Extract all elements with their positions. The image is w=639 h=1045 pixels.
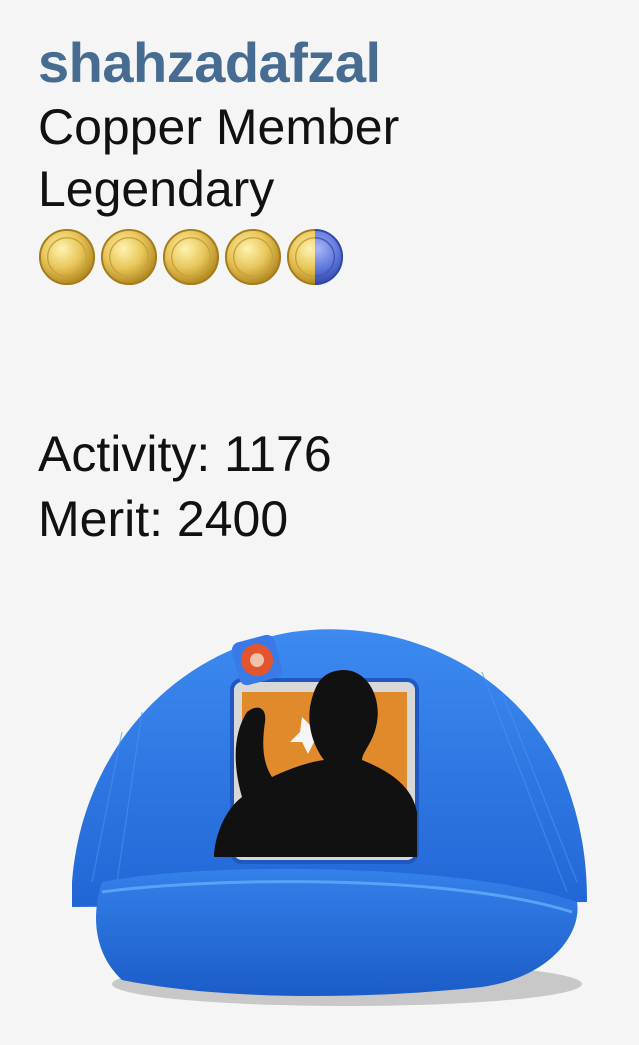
username-link[interactable]: shahzadafzal: [38, 30, 618, 96]
avatar: [72, 629, 587, 1006]
activity-label: Activity:: [38, 426, 211, 482]
user-stats: Activity: 1176 Merit: 2400: [38, 422, 332, 552]
gold-coin-icon: [224, 228, 282, 286]
member-rank: Copper Member: [38, 99, 400, 155]
merit-value: 2400: [176, 491, 289, 547]
merit-label: Merit:: [38, 491, 163, 547]
merit-stat: Merit: 2400: [38, 487, 332, 552]
gold-coin-icon: [162, 228, 220, 286]
user-profile-panel: shahzadafzal Copper Member Legendary: [38, 30, 618, 288]
activity-value: 1176: [224, 426, 332, 482]
activity-stat: Activity: 1176: [38, 422, 332, 487]
rank-coins: [38, 228, 618, 288]
half-gold-half-blue-coin-icon: [286, 228, 344, 286]
rank-title: Legendary: [38, 161, 275, 217]
gold-coin-icon: [100, 228, 158, 286]
gold-coin-icon: [38, 228, 96, 286]
